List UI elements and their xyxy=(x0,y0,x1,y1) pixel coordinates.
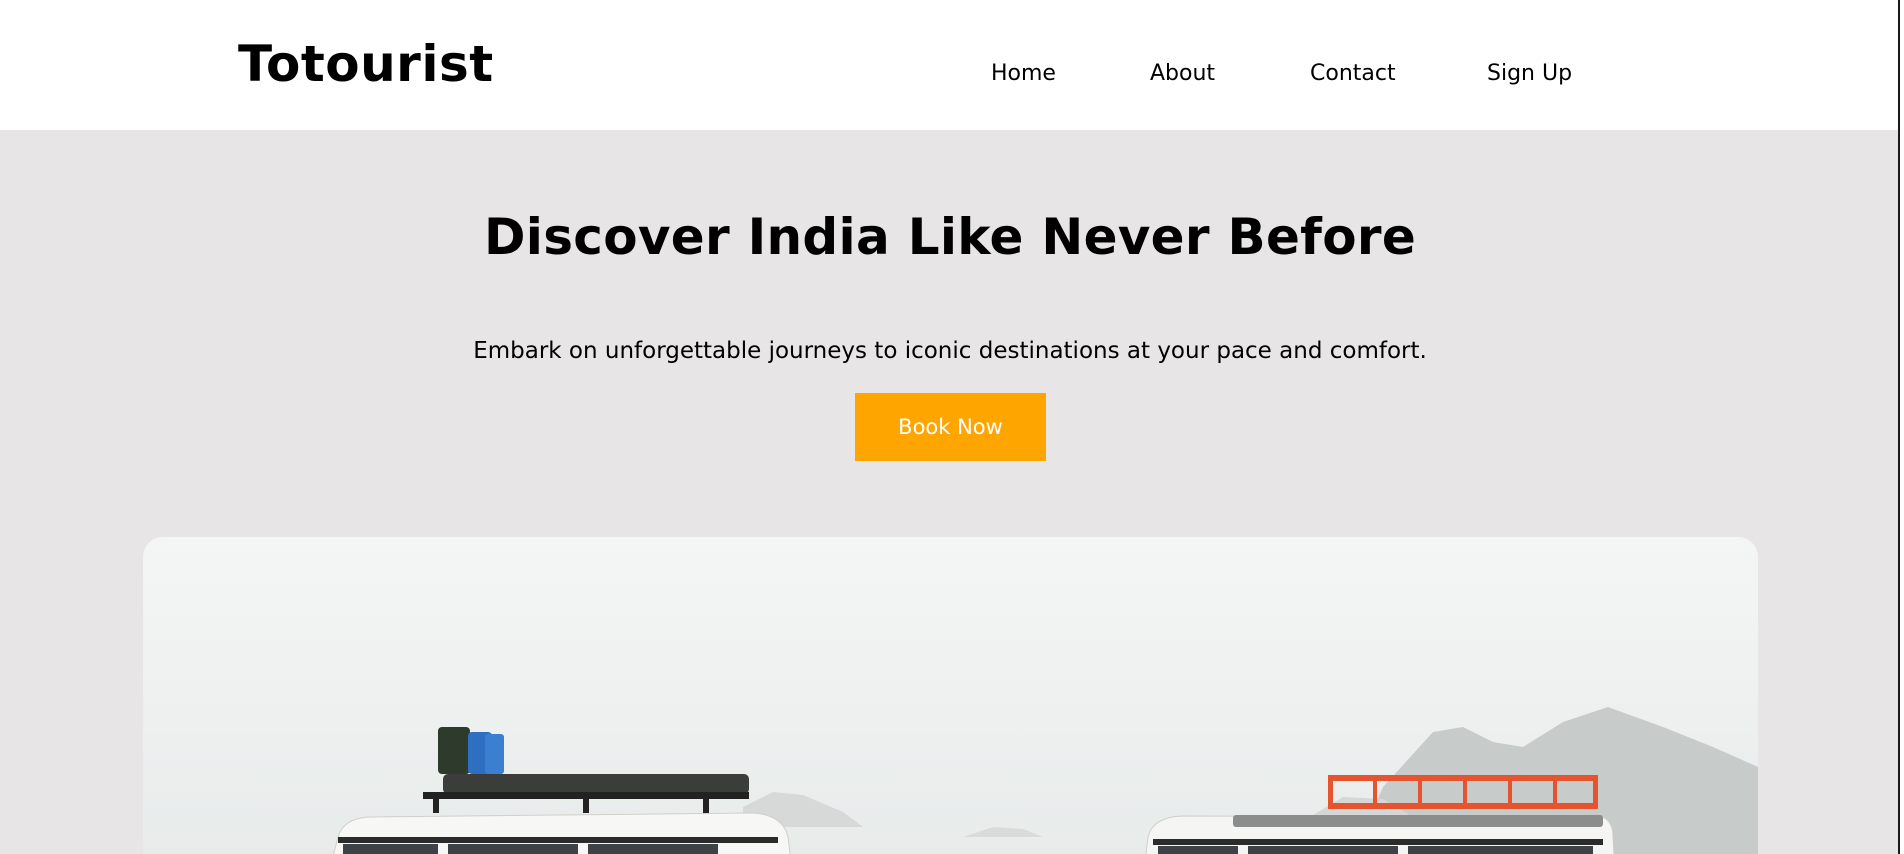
roof-rack xyxy=(423,792,749,799)
vertical-scrollbar[interactable] xyxy=(1900,0,1904,854)
book-now-button[interactable]: Book Now xyxy=(855,393,1046,461)
roof-tent xyxy=(443,774,749,794)
nav-link-sign-up[interactable]: Sign Up xyxy=(1487,57,1572,91)
page: Totourist Home About Contact Sign Up Dis… xyxy=(0,0,1904,854)
main-nav: Home About Contact Sign Up xyxy=(0,57,1900,91)
hero-photo-travel-vans xyxy=(143,537,1758,854)
van-window-strip xyxy=(338,837,778,843)
left-van xyxy=(333,727,791,854)
jerrycan-green xyxy=(438,727,470,774)
nav-link-contact[interactable]: Contact xyxy=(1310,57,1396,91)
nav-link-about[interactable]: About xyxy=(1150,57,1215,91)
travel-vans-illustration xyxy=(333,707,1758,854)
jerrycan-blue-2 xyxy=(485,734,504,774)
top-navigation-bar: Totourist Home About Contact Sign Up xyxy=(0,0,1900,130)
mountain-tiny xyxy=(963,827,1043,837)
nav-link-home[interactable]: Home xyxy=(991,57,1056,91)
hero-subtitle: Embark on unforgettable journeys to icon… xyxy=(473,338,1427,364)
hero-title: Discover India Like Never Before xyxy=(483,208,1417,266)
awning-bar xyxy=(1233,815,1603,827)
